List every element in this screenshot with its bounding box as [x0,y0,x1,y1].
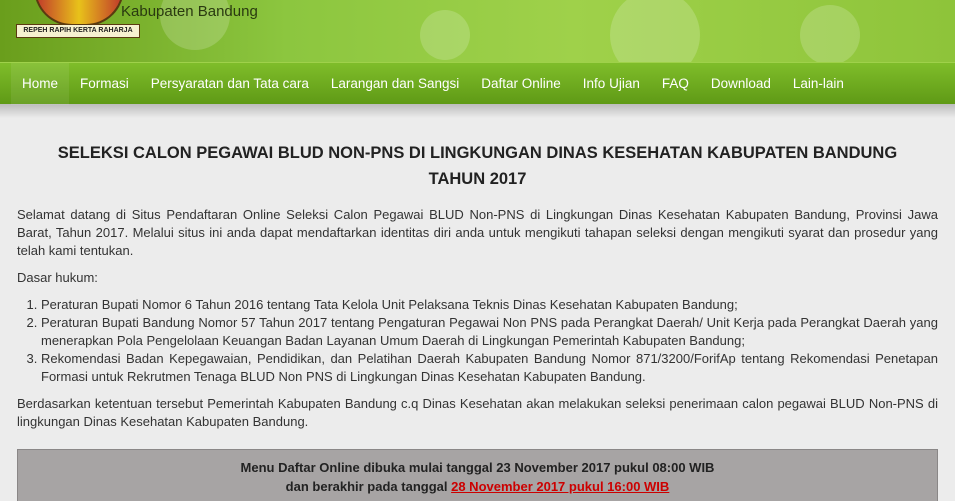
nav-home[interactable]: Home [11,62,70,105]
legal-item: Peraturan Bupati Bandung Nomor 57 Tahun … [41,314,938,350]
nav-daftar-online[interactable]: Daftar Online [470,63,572,105]
intro-paragraph: Selamat datang di Situs Pendaftaran Onli… [17,207,938,258]
page-title: SELEKSI CALON PEGAWAI BLUD NON-PNS DI LI… [57,144,898,188]
logo-shield-icon [34,0,124,26]
nav-persyaratan[interactable]: Persyaratan dan Tata cara [140,63,320,105]
main-nav: Home Formasi Persyaratan dan Tata cara L… [0,62,955,105]
notice-line-2: dan berakhir pada tanggal 28 November 20… [28,477,927,496]
site-subtitle: Kabupaten Bandung [121,3,258,20]
main-content: SELEKSI CALON PEGAWAI BLUD NON-PNS DI LI… [0,140,955,501]
closing-paragraph: Berdasarkan ketentuan tersebut Pemerinta… [17,396,938,429]
notice-deadline: 28 November 2017 pukul 16:00 WIB [451,479,670,494]
nav-formasi[interactable]: Formasi [69,63,140,105]
header-bokeh [420,10,470,60]
nav-shadow [0,104,955,118]
registration-notice: Menu Daftar Online dibuka mulai tanggal … [17,449,938,501]
header-bokeh [610,0,700,62]
logo-motto: REPEH RAPIH KERTA RAHARJA [16,24,140,38]
legal-list: Peraturan Bupati Nomor 6 Tahun 2016 tent… [41,296,938,386]
legal-item: Peraturan Bupati Nomor 6 Tahun 2016 tent… [41,296,938,314]
legal-item: Rekomendasi Badan Kepegawaian, Pendidika… [41,350,938,386]
header-bokeh [800,5,860,62]
site-header: REPEH RAPIH KERTA RAHARJA Kabupaten Band… [0,0,955,62]
nav-larangan[interactable]: Larangan dan Sangsi [320,63,470,105]
notice-line-2-prefix: dan berakhir pada tanggal [285,479,452,494]
nav-info-ujian[interactable]: Info Ujian [572,63,651,105]
nav-lain-lain[interactable]: Lain-lain [782,63,855,105]
legal-heading: Dasar hukum: [17,270,98,285]
notice-line-1: Menu Daftar Online dibuka mulai tanggal … [240,460,715,475]
nav-faq[interactable]: FAQ [651,63,700,105]
nav-download[interactable]: Download [700,63,782,105]
